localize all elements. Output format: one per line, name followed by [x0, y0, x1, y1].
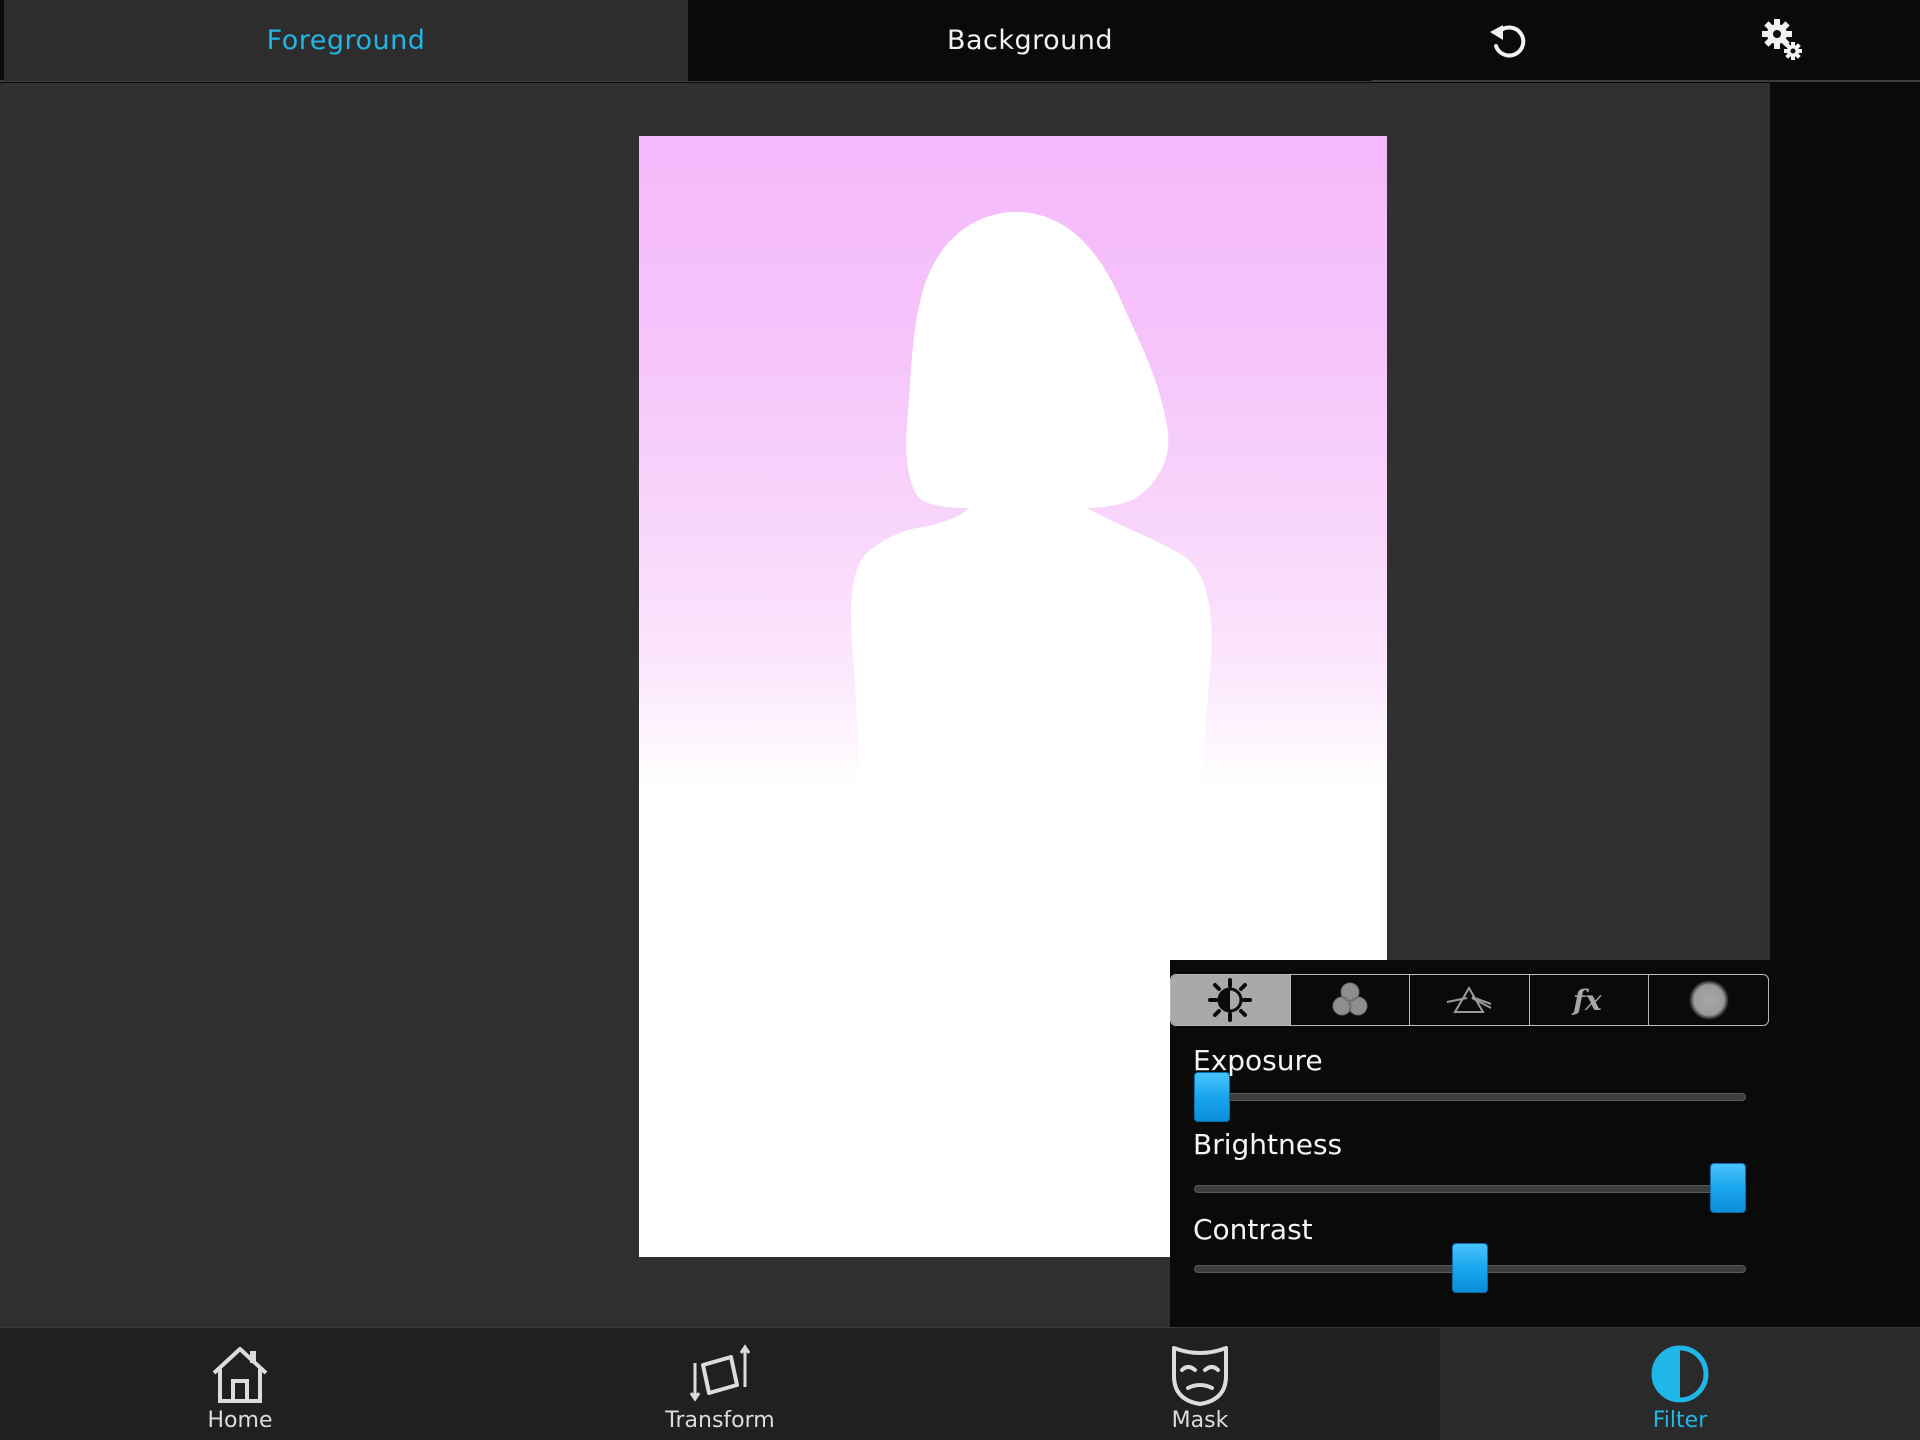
undo-button[interactable]: [1484, 16, 1534, 66]
nav-mask[interactable]: Mask: [1100, 1328, 1300, 1440]
exposure-slider-thumb[interactable]: [1194, 1072, 1230, 1122]
brightness-label: Brightness: [1193, 1128, 1343, 1161]
nav-home-label: Home: [207, 1408, 273, 1433]
filter-tab-bar: fx: [1170, 974, 1769, 1026]
filter-tab-prism[interactable]: [1410, 975, 1530, 1025]
transform-icon: [689, 1344, 751, 1402]
filter-tab-effects[interactable]: fx: [1530, 975, 1650, 1025]
filter-tab-blur[interactable]: [1649, 975, 1768, 1025]
tab-foreground-label: Foreground: [266, 25, 426, 56]
contrast-slider-thumb[interactable]: [1452, 1243, 1488, 1293]
filter-icon: [1651, 1345, 1709, 1403]
brightness-slider-thumb[interactable]: [1710, 1163, 1746, 1213]
mask-icon: [1172, 1346, 1228, 1406]
brightness-slider-track[interactable]: [1194, 1185, 1746, 1193]
app-window: Foreground Background fx Exposure Bright…: [0, 0, 1920, 1440]
home-icon: [212, 1347, 268, 1403]
brightness-contrast-icon: [1208, 978, 1253, 1022]
nav-transform[interactable]: Transform: [620, 1328, 820, 1440]
tab-foreground[interactable]: Foreground: [4, 0, 688, 81]
nav-filter-label: Filter: [1652, 1408, 1708, 1433]
fx-icon: fx: [1571, 984, 1602, 1017]
gears-icon: [1762, 19, 1802, 60]
settings-button[interactable]: [1758, 16, 1808, 66]
nav-filter[interactable]: Filter: [1440, 1328, 1920, 1440]
tab-background[interactable]: Background: [688, 0, 1372, 81]
bottom-nav-bar: Home Transform Mask Filter: [0, 1327, 1920, 1440]
undo-icon: [1490, 25, 1526, 58]
exposure-slider-track[interactable]: [1194, 1093, 1746, 1101]
nav-home[interactable]: Home: [140, 1328, 340, 1440]
filter-tab-light[interactable]: [1171, 975, 1291, 1025]
tab-background-label: Background: [946, 25, 1114, 56]
prism-icon: [1447, 986, 1492, 1013]
filter-panel: fx Exposure Brightness Contrast: [1170, 960, 1770, 1327]
color-channels-icon: [1332, 982, 1368, 1016]
contrast-label: Contrast: [1193, 1213, 1313, 1246]
blur-dot-icon: [1688, 980, 1729, 1020]
nav-transform-label: Transform: [665, 1408, 775, 1433]
nav-mask-label: Mask: [1171, 1408, 1229, 1433]
top-bar: Foreground Background: [0, 0, 1920, 82]
filter-tab-color[interactable]: [1291, 975, 1411, 1025]
svg-text:fx: fx: [1571, 984, 1602, 1017]
